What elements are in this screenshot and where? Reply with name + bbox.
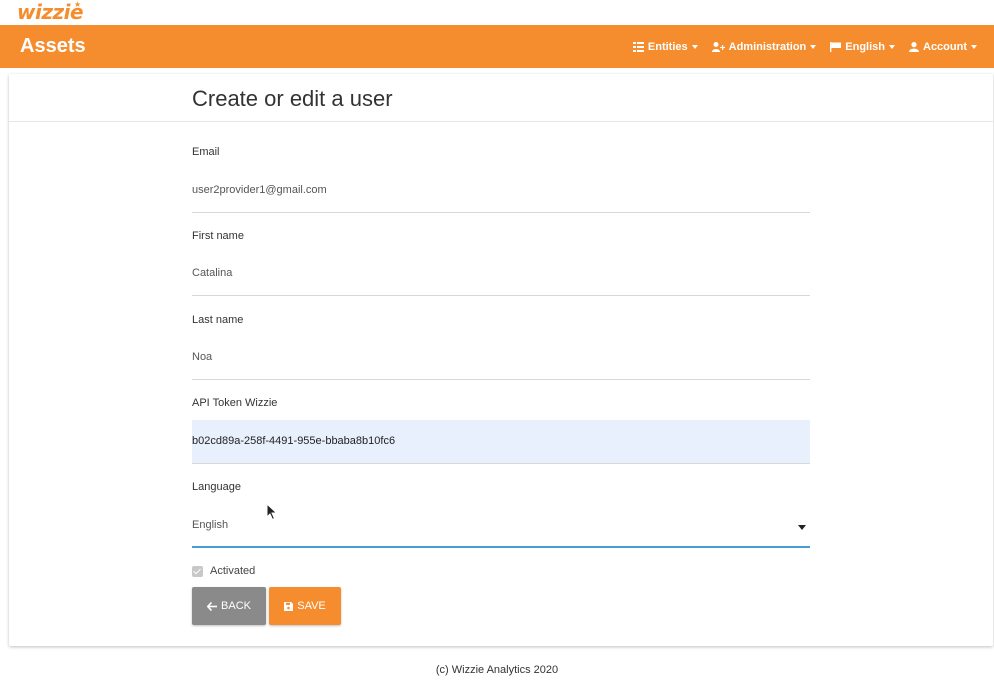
language-label: Language [192,481,241,493]
nav-language-dropdown[interactable]: English [830,41,895,53]
navbar-menu: Entities Administration English Account [619,41,977,53]
logo-star-icon: ★ [74,0,81,9]
top-navbar: Assets Entities Administration English A… [0,25,994,68]
arrow-left-icon [207,601,218,611]
logo-bar: wizzie ★ [0,0,994,25]
form-actions: BACK SAVE [192,587,341,625]
user-plus-icon [711,41,725,52]
activated-row: Activated [192,565,255,577]
page-title: Create or edit a user [192,86,393,111]
caret-down-icon [889,44,895,49]
floppy-disk-icon [284,601,294,611]
api-token-field[interactable]: b02cd89a-258f-4491-955e-bbaba8b10fc6 [192,420,810,464]
api-token-label: API Token Wizzie [192,397,278,409]
language-selected-value: English [192,519,229,531]
last-name-label: Last name [192,314,244,326]
mouse-cursor-icon [266,503,278,521]
user-icon [909,41,919,52]
save-button-label: SAVE [297,600,326,612]
caret-down-icon [810,44,817,49]
save-button[interactable]: SAVE [269,587,341,625]
nav-language-label: English [845,40,885,53]
back-button[interactable]: BACK [192,587,266,625]
list-icon [632,41,644,52]
email-field[interactable]: user2provider1@gmail.com [192,169,810,213]
nav-administration-dropdown[interactable]: Administration [711,40,817,53]
navbar-brand[interactable]: Assets [20,35,86,58]
language-select[interactable]: English [192,504,810,548]
caret-down-icon [971,44,977,49]
first-name-field[interactable]: Catalina [192,252,810,296]
user-edit-card: Create or edit a user Email user2provide… [9,74,993,646]
nav-entities-dropdown[interactable]: Entities [632,40,698,53]
wizzie-logo[interactable]: wizzie ★ [17,0,84,23]
email-label: Email [192,146,220,158]
caret-down-icon [691,44,698,49]
activated-checkbox[interactable] [192,565,203,577]
flag-icon [830,41,842,52]
nav-entities-label: Entities [647,40,688,53]
nav-administration-label: Administration [728,40,807,53]
nav-account-dropdown[interactable]: Account [909,41,977,53]
first-name-label: First name [192,230,244,242]
page-footer: (c) Wizzie Analytics 2020 [435,664,559,676]
nav-account-label: Account [923,40,967,53]
activated-label: Activated [210,565,256,577]
caret-down-icon [798,525,806,530]
back-button-label: BACK [221,600,251,612]
title-divider [9,121,993,122]
last-name-field[interactable]: Noa [192,336,810,380]
